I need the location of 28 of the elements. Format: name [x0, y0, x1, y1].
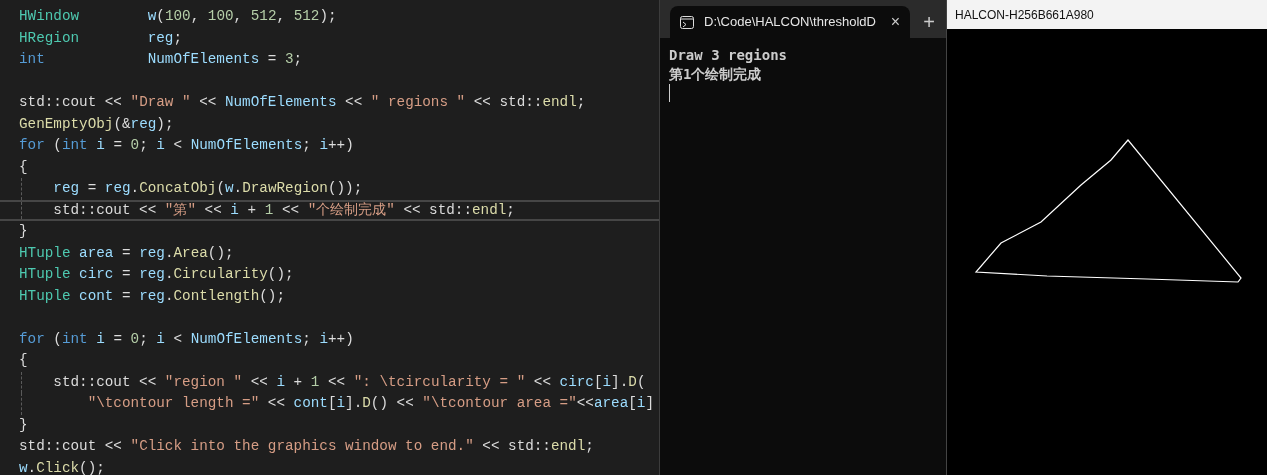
- terminal-output-line: Draw 3 regions: [669, 46, 787, 65]
- window-title: HALCON-H256B661A980: [955, 6, 1094, 24]
- code-line: std::cout << "Draw " << NumOfElements << " regions " << std::endl;: [19, 93, 586, 113]
- code-line: HTuple area = reg.Area();: [19, 243, 234, 263]
- code-line: }: [19, 222, 28, 242]
- code-line: reg = reg.ConcatObj(w.DrawRegion());: [52, 179, 363, 199]
- code-line: w.Click();: [19, 458, 105, 475]
- terminal-tab[interactable]: D:\Code\HALCON\thresholdD ×: [670, 6, 910, 38]
- close-tab-button[interactable]: ×: [890, 10, 900, 34]
- code-line: int NumOfElements = 3;: [19, 50, 303, 70]
- code-line: HRegion reg;: [19, 28, 183, 48]
- code-line: std::cout << "Click into the graphics window to end." << std::endl;: [19, 437, 594, 457]
- code-line: std::cout << "region " << i + 1 << ": \tcircularity = " << circ[i].D(: [52, 372, 646, 392]
- tab-title: D:\Code\HALCON\thresholdD: [704, 13, 877, 32]
- terminal-output-line: 第1个绘制完成: [669, 65, 762, 84]
- terminal-icon: [680, 15, 694, 29]
- code-line: for (int i = 0; i < NumOfElements; i++): [19, 329, 354, 349]
- code-line: HTuple cont = reg.Contlength();: [19, 286, 286, 306]
- code-line: std::cout << "第" << i + 1 << "个绘制完成" << std::endl;: [52, 200, 515, 220]
- code-line: {: [19, 351, 28, 371]
- code-line: "\tcontour length =" << cont[i].D() << "\tcontour area ="<<area[i]: [86, 394, 655, 414]
- code-line: HWindow w(100, 100, 512, 512);: [19, 7, 337, 27]
- code-line: {: [19, 157, 28, 177]
- new-tab-button[interactable]: +: [914, 6, 944, 38]
- code-line: for (int i = 0; i < NumOfElements; i++): [19, 136, 354, 156]
- code-line: GenEmptyObj(&reg);: [19, 114, 174, 134]
- code-line: HTuple circ = reg.Circularity();: [19, 265, 294, 285]
- code-line: }: [19, 415, 28, 435]
